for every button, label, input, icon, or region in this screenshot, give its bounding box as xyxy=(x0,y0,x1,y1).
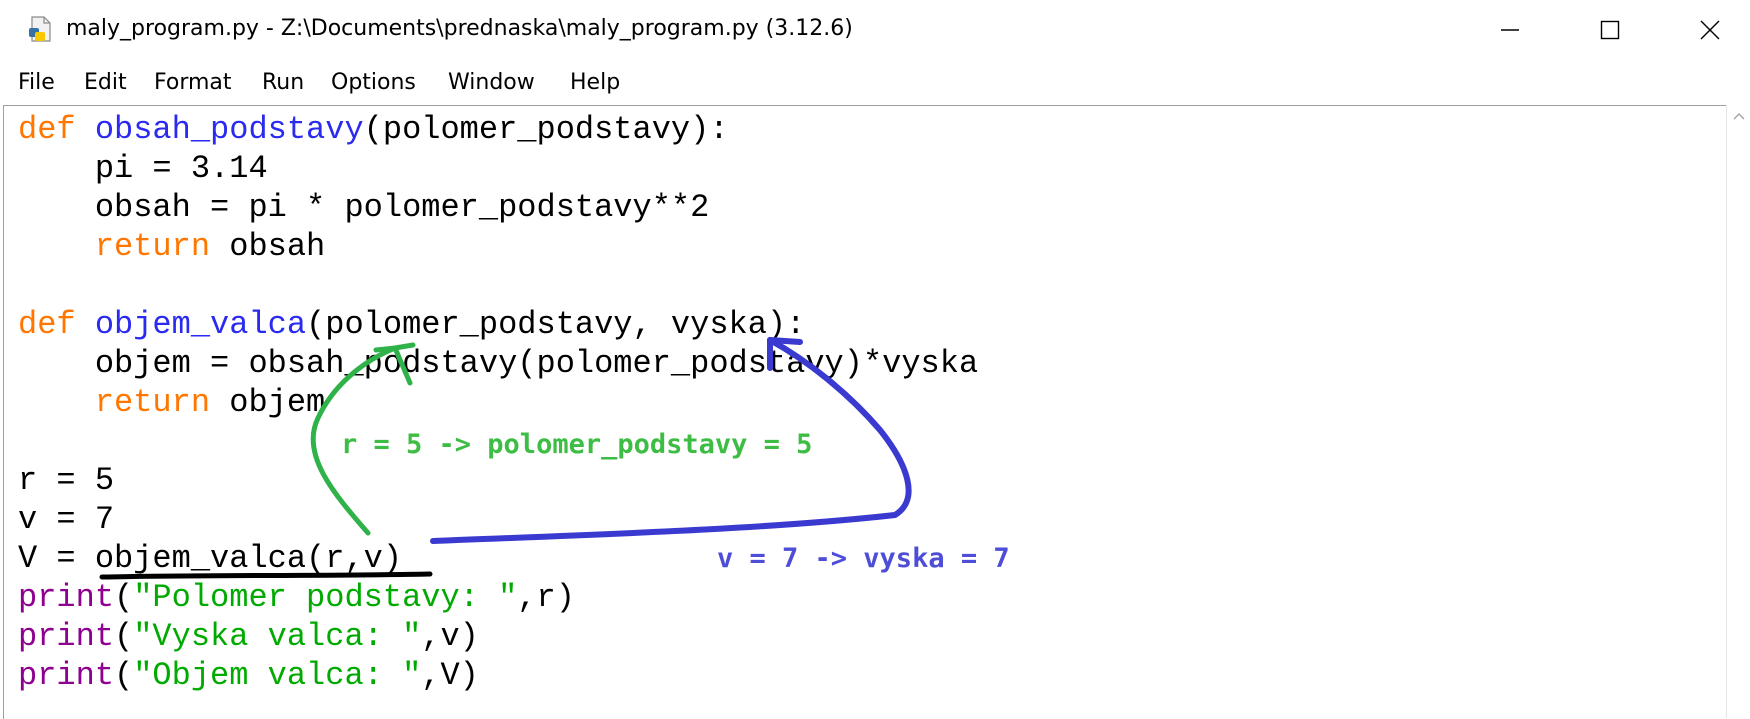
menu-edit[interactable]: Edit xyxy=(84,70,127,95)
code-line[interactable]: print("Vyska valca: ",v) xyxy=(18,617,978,656)
code-line[interactable]: v = 7 xyxy=(18,500,978,539)
code-token: ( xyxy=(114,618,134,655)
green-annotation-label: r = 5 -> polomer_podstavy = 5 xyxy=(341,429,813,460)
code-text[interactable]: def obsah_podstavy(polomer_podstavy): pi… xyxy=(18,110,978,695)
code-token: obsah = pi * polomer_podstavy**2 xyxy=(18,189,710,226)
maximize-button[interactable] xyxy=(1560,0,1660,60)
menu-window[interactable]: Window xyxy=(448,70,535,95)
keyword-token: return xyxy=(94,384,211,421)
code-line[interactable]: pi = 3.14 xyxy=(18,149,978,188)
maximize-icon xyxy=(1600,20,1620,40)
code-token: (polomer_podstavy): xyxy=(363,111,729,148)
builtin-token: print xyxy=(18,579,115,616)
window-title: maly_program.py - Z:\Documents\prednaska… xyxy=(66,16,853,41)
close-button[interactable] xyxy=(1660,0,1750,60)
code-token: ( xyxy=(114,657,134,694)
code-token: v = 7 xyxy=(18,501,115,538)
code-token: pi = 3.14 xyxy=(18,150,268,187)
code-line[interactable]: ​ xyxy=(18,266,978,305)
minimize-icon xyxy=(1501,29,1519,31)
menu-options[interactable]: Options xyxy=(331,70,416,95)
blue-annotation-label: v = 7 -> vyska = 7 xyxy=(717,543,1010,574)
code-line[interactable]: objem = obsah_podstavy(polomer_podstavy)… xyxy=(18,344,978,383)
code-token: ,r) xyxy=(517,579,575,616)
menu-run[interactable]: Run xyxy=(262,70,304,95)
function-name-token: objem_valca xyxy=(94,306,307,343)
code-line[interactable]: def obsah_podstavy(polomer_podstavy): xyxy=(18,110,978,149)
code-line[interactable]: def objem_valca(polomer_podstavy, vyska)… xyxy=(18,305,978,344)
code-token: obsah xyxy=(210,228,326,265)
code-line[interactable]: print("Polomer podstavy: ",r) xyxy=(18,578,978,617)
close-icon xyxy=(1700,20,1720,40)
string-token: "Objem valca: " xyxy=(133,657,422,694)
menu-bar: File Edit Format Run Options Window Help xyxy=(0,62,1750,104)
builtin-token: print xyxy=(18,618,115,655)
minimize-button[interactable] xyxy=(1460,0,1560,60)
menu-help[interactable]: Help xyxy=(570,70,620,95)
code-token: objem xyxy=(210,384,326,421)
menu-file[interactable]: File xyxy=(18,70,55,95)
code-line[interactable]: return obsah xyxy=(18,227,978,266)
code-line[interactable]: print("Objem valca: ",V) xyxy=(18,656,978,695)
code-line[interactable]: obsah = pi * polomer_podstavy**2 xyxy=(18,188,978,227)
string-token: "Polomer podstavy: " xyxy=(133,579,518,616)
code-token: V = objem_valca(r,v) xyxy=(18,540,403,577)
menu-format[interactable]: Format xyxy=(154,70,232,95)
chevron-up-icon[interactable] xyxy=(1733,111,1745,121)
code-token: ,v) xyxy=(421,618,479,655)
keyword-token: def xyxy=(18,111,76,148)
code-line[interactable]: r = 5 xyxy=(18,461,978,500)
code-line[interactable]: return objem xyxy=(18,383,978,422)
keyword-token: return xyxy=(94,228,211,265)
code-editor[interactable]: def obsah_podstavy(polomer_podstavy): pi… xyxy=(3,105,1726,719)
vertical-scrollbar[interactable] xyxy=(1726,105,1750,718)
python-file-icon xyxy=(29,16,51,42)
code-token: ( xyxy=(114,579,134,616)
code-token: ,V) xyxy=(421,657,479,694)
function-name-token: obsah_podstavy xyxy=(94,111,364,148)
keyword-token: def xyxy=(18,306,76,343)
code-token: (polomer_podstavy, vyska): xyxy=(306,306,806,343)
string-token: "Vyska valca: " xyxy=(133,618,422,655)
builtin-token: print xyxy=(18,657,115,694)
code-token: objem = obsah_podstavy(polomer_podstavy)… xyxy=(18,345,979,382)
title-bar: maly_program.py - Z:\Documents\prednaska… xyxy=(0,0,1750,60)
code-token: r = 5 xyxy=(18,462,115,499)
